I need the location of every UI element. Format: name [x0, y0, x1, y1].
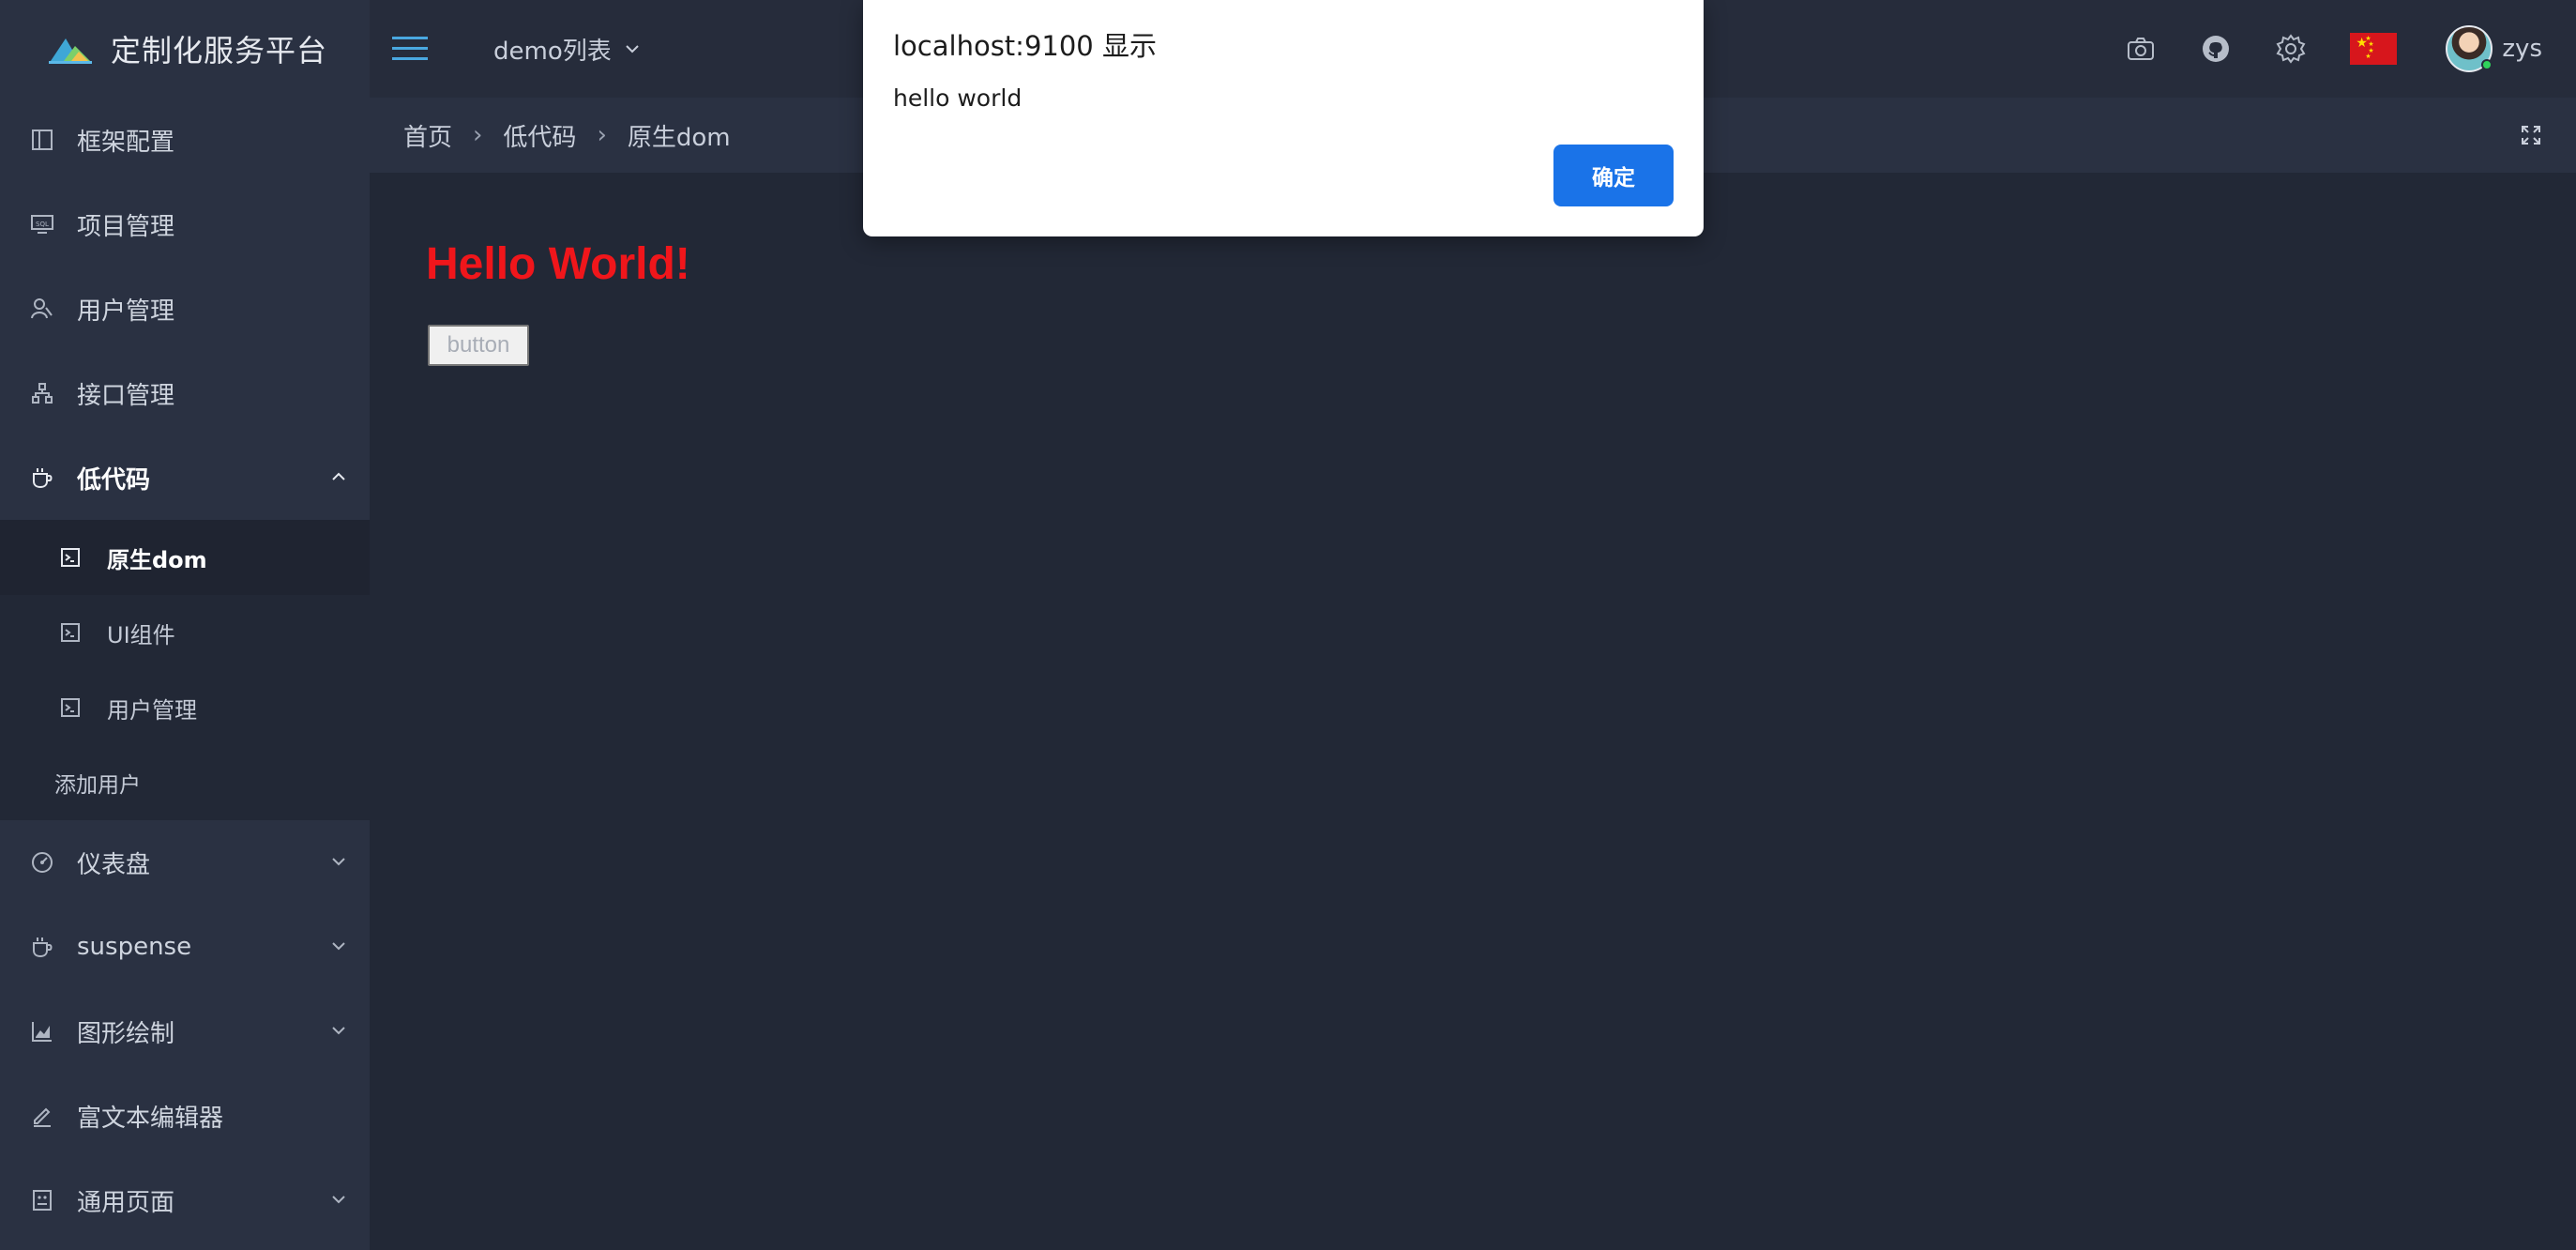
sidebar-item-label: 添加用户: [54, 773, 141, 798]
sidebar-item-label: suspense: [77, 933, 192, 961]
sidebar: 定制化服务平台 框架配置 SQL 项目管理 用户管理 接口管理 低代码 原生do…: [0, 0, 370, 1250]
sidebar-item-label: 用户管理: [107, 696, 197, 724]
app-title: 定制化服务平台: [111, 33, 328, 69]
sidebar-item-native-dom[interactable]: 原生dom: [0, 520, 370, 595]
header-actions: ★ ★ ★ ★ ★ zys: [2082, 0, 2542, 98]
sidebar-item-label: 通用页面: [77, 1188, 175, 1217]
sidebar-item-framework[interactable]: 框架配置: [0, 98, 370, 182]
cup-icon: [30, 465, 54, 490]
chevron-up-icon: [332, 472, 345, 480]
breadcrumb-separator: ›: [473, 121, 483, 149]
sidebar-item-label: UI组件: [107, 621, 175, 648]
sidebar-item-label: 用户管理: [77, 297, 175, 326]
svg-text:SQL: SQL: [36, 221, 49, 228]
china-flag-icon[interactable]: ★ ★ ★ ★ ★: [2350, 33, 2398, 65]
sidebar-item-label: 图形绘制: [77, 1019, 175, 1048]
network-icon: [30, 381, 54, 405]
main-content: Hello World! button: [370, 173, 2576, 1250]
terminal-icon: [60, 697, 81, 718]
sidebar-item-lowcode[interactable]: 低代码: [0, 435, 370, 520]
alert-ok-button[interactable]: 确定: [1553, 145, 1674, 206]
sidebar-item-label: 仪表盘: [77, 850, 151, 879]
app-root: 定制化服务平台 框架配置 SQL 项目管理 用户管理 接口管理 低代码 原生do…: [0, 0, 2576, 1250]
breadcrumb-separator: ›: [597, 121, 607, 149]
layout-icon: [30, 128, 54, 152]
gear-icon[interactable]: [2275, 33, 2307, 65]
menu-toggle-icon[interactable]: [392, 36, 428, 62]
alert-title: localhost:9100 显示: [893, 30, 1157, 62]
alert-message: hello world: [893, 84, 1023, 112]
github-icon[interactable]: [2200, 33, 2232, 65]
sidebar-item-dashboard[interactable]: 仪表盘: [0, 820, 370, 905]
chart-icon: [30, 1019, 54, 1044]
edit-icon: [30, 1104, 54, 1128]
cup-icon: [30, 935, 54, 959]
chevron-down-icon: [626, 45, 639, 53]
dashboard-icon: [30, 850, 54, 875]
sidebar-item-suspense[interactable]: suspense: [0, 905, 370, 989]
breadcrumb-current: 原生dom: [627, 123, 731, 152]
sidebar-item-rich-text[interactable]: 富文本编辑器: [0, 1074, 370, 1158]
chevron-down-icon: [332, 1027, 345, 1035]
monitor-icon: SQL: [30, 212, 54, 236]
sidebar-item-label: 接口管理: [77, 381, 175, 410]
sidebar-item-users[interactable]: 用户管理: [0, 267, 370, 351]
sidebar-item-add-user[interactable]: 添加用户: [0, 745, 370, 820]
sidebar-item-label: 富文本编辑器: [77, 1104, 224, 1133]
sidebar-item-user-management[interactable]: 用户管理: [0, 670, 370, 745]
sidebar-item-label: 原生dom: [107, 546, 207, 573]
sidebar-item-label: 项目管理: [77, 212, 175, 241]
sidebar-item-label: 低代码: [77, 465, 151, 495]
hello-heading: Hello World!: [426, 239, 690, 289]
sidebar-item-graphics[interactable]: 图形绘制: [0, 989, 370, 1074]
sidebar-item-ui-components[interactable]: UI组件: [0, 595, 370, 670]
username[interactable]: zys: [2502, 35, 2542, 63]
online-status-dot: [2481, 59, 2493, 70]
chevron-down-icon: [332, 858, 345, 866]
page-icon: [30, 1188, 54, 1212]
chevron-down-icon: [332, 1196, 345, 1204]
alert-dialog: localhost:9100 显示 hello world 确定: [863, 0, 1704, 236]
sidebar-item-api[interactable]: 接口管理: [0, 351, 370, 435]
sidebar-item-projects[interactable]: SQL 项目管理: [0, 182, 370, 267]
demo-list-dropdown[interactable]: demo列表: [493, 32, 642, 67]
demo-list-label: demo列表: [493, 37, 612, 66]
logo-icon: [49, 38, 92, 64]
sidebar-item-label: 框架配置: [77, 128, 175, 157]
terminal-icon: [60, 547, 81, 568]
submenu-lowcode: 原生dom UI组件 用户管理 添加用户: [0, 520, 370, 820]
fullscreen-icon[interactable]: [2520, 124, 2542, 146]
terminal-icon: [60, 622, 81, 643]
app-logo[interactable]: 定制化服务平台: [0, 0, 370, 98]
sidebar-item-common-pages[interactable]: 通用页面: [0, 1158, 370, 1242]
breadcrumb-lowcode[interactable]: 低代码: [503, 118, 576, 153]
users-icon: [30, 297, 54, 321]
camera-icon[interactable]: [2125, 33, 2157, 65]
chevron-down-icon: [332, 942, 345, 951]
avatar[interactable]: [2446, 25, 2493, 72]
breadcrumb-home[interactable]: 首页: [403, 118, 452, 153]
native-button[interactable]: button: [428, 325, 529, 366]
